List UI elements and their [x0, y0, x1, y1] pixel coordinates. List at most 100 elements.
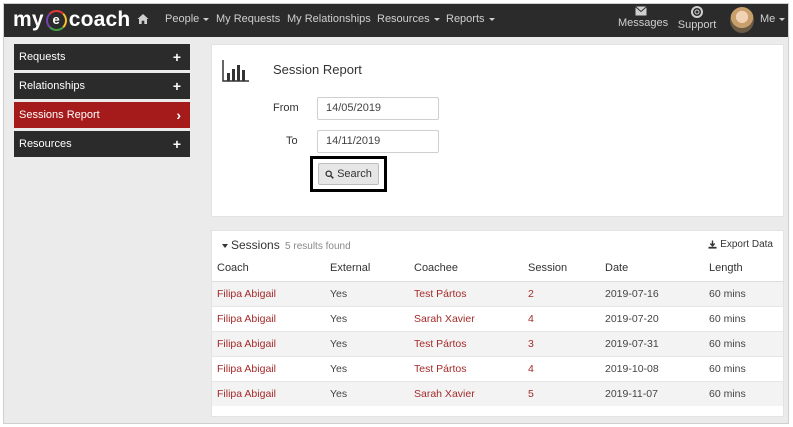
nav-support-label: Support: [677, 19, 717, 31]
search-button[interactable]: Search: [318, 163, 379, 185]
sessions-panel: Sessions 5 results found Export Data Coa…: [211, 230, 784, 417]
nav-people[interactable]: People: [165, 13, 210, 25]
nav-me[interactable]: Me: [760, 13, 786, 25]
sidebar: Requests + Relationships + Sessions Repo…: [14, 44, 190, 160]
page-title: Session Report: [273, 62, 362, 77]
length-cell: 60 mins: [704, 280, 783, 306]
nav-resources-label: Resources: [377, 13, 430, 25]
table-row: Filipa Abigail Yes Test Pártos 4 2019-10…: [212, 355, 783, 381]
search-highlight: Search: [310, 156, 387, 192]
coachee-link[interactable]: Test Pártos: [409, 355, 523, 381]
external-cell: Yes: [325, 330, 409, 356]
sidebar-item-sessions-report[interactable]: Sessions Report ›: [14, 102, 190, 128]
sidebar-item-requests[interactable]: Requests +: [14, 44, 190, 70]
date-cell: 2019-11-07: [600, 380, 704, 406]
export-data-button[interactable]: Export Data: [708, 239, 773, 250]
sidebar-item-relationships[interactable]: Relationships +: [14, 73, 190, 99]
life-ring-icon: [691, 6, 703, 18]
length-cell: 60 mins: [704, 305, 783, 331]
table-row: Filipa Abigail Yes Sarah Xavier 5 2019-1…: [212, 380, 783, 406]
external-cell: Yes: [325, 380, 409, 406]
brand-ring-letter: e: [45, 9, 67, 31]
coach-link[interactable]: Filipa Abigail: [212, 280, 325, 306]
date-cell: 2019-10-08: [600, 355, 704, 381]
col-external[interactable]: External: [325, 256, 409, 282]
to-date-input[interactable]: 14/11/2019: [317, 130, 439, 153]
chevron-down-icon: [779, 17, 786, 21]
plus-icon: +: [172, 136, 181, 152]
results-count: 5 results found: [285, 241, 351, 252]
session-link[interactable]: 2: [523, 280, 600, 306]
table-header-row: Coach External Coachee Session Date Leng…: [212, 256, 783, 282]
search-button-label: Search: [337, 168, 372, 180]
home-icon[interactable]: [137, 13, 149, 25]
sessions-title: Sessions: [231, 238, 280, 252]
sessions-toggle[interactable]: Sessions 5 results found: [222, 238, 351, 252]
session-link[interactable]: 4: [523, 355, 600, 381]
coachee-link[interactable]: Test Pártos: [409, 330, 523, 356]
envelope-icon: [635, 6, 647, 16]
app-frame: my e coach People My Requests My Relatio…: [3, 3, 789, 424]
top-navbar: my e coach People My Requests My Relatio…: [4, 4, 788, 37]
length-cell: 60 mins: [704, 330, 783, 356]
brand-prefix: my: [13, 8, 44, 31]
nav-my-relationships[interactable]: My Relationships: [287, 13, 371, 25]
sidebar-item-resources[interactable]: Resources +: [14, 131, 190, 157]
to-label: To: [286, 135, 298, 147]
nav-reports-label: Reports: [446, 13, 485, 25]
search-icon: [325, 169, 334, 179]
caret-down-icon: [222, 243, 228, 248]
table-row: Filipa Abigail Yes Test Pártos 2 2019-07…: [212, 280, 783, 306]
nav-my-relationships-label: My Relationships: [287, 13, 371, 25]
coachee-link[interactable]: Sarah Xavier: [409, 305, 523, 331]
coachee-link[interactable]: Test Pártos: [409, 280, 523, 306]
chevron-down-icon: [433, 17, 440, 21]
sidebar-item-label: Requests: [19, 51, 66, 63]
session-link[interactable]: 4: [523, 305, 600, 331]
coach-link[interactable]: Filipa Abigail: [212, 355, 325, 381]
length-cell: 60 mins: [704, 380, 783, 406]
length-cell: 60 mins: [704, 355, 783, 381]
nav-support[interactable]: Support: [675, 6, 719, 31]
nav-resources[interactable]: Resources: [377, 13, 440, 25]
sidebar-item-label: Relationships: [19, 80, 86, 92]
download-icon: [708, 240, 717, 249]
nav-messages[interactable]: Messages: [618, 6, 668, 29]
date-cell: 2019-07-16: [600, 280, 704, 306]
sessions-table: Coach External Coachee Session Date Leng…: [212, 256, 783, 406]
table-row: Filipa Abigail Yes Test Pártos 3 2019-07…: [212, 330, 783, 356]
session-link[interactable]: 5: [523, 380, 600, 406]
date-cell: 2019-07-20: [600, 305, 704, 331]
col-date[interactable]: Date: [600, 256, 704, 282]
sidebar-item-label: Resources: [19, 138, 72, 150]
sidebar-item-label: Sessions Report: [19, 109, 100, 121]
nav-people-label: People: [165, 13, 200, 25]
external-cell: Yes: [325, 280, 409, 306]
nav-my-requests-label: My Requests: [216, 13, 281, 25]
plus-icon: +: [172, 78, 181, 94]
col-session[interactable]: Session: [523, 256, 600, 282]
session-link[interactable]: 3: [523, 330, 600, 356]
brand-logo[interactable]: my e coach: [13, 6, 130, 34]
coach-link[interactable]: Filipa Abigail: [212, 380, 325, 406]
external-cell: Yes: [325, 355, 409, 381]
col-coach[interactable]: Coach: [212, 256, 325, 282]
table-row: Filipa Abigail Yes Sarah Xavier 4 2019-0…: [212, 305, 783, 331]
from-label: From: [273, 102, 299, 114]
from-date-input[interactable]: 14/05/2019: [317, 97, 439, 120]
session-report-panel: Session Report From 14/05/2019 To 14/11/…: [211, 44, 784, 217]
coach-link[interactable]: Filipa Abigail: [212, 305, 325, 331]
chevron-right-icon: ›: [176, 107, 181, 123]
coach-link[interactable]: Filipa Abigail: [212, 330, 325, 356]
chevron-down-icon: [488, 17, 495, 21]
date-cell: 2019-07-31: [600, 330, 704, 356]
nav-messages-label: Messages: [618, 17, 669, 29]
col-coachee[interactable]: Coachee: [409, 256, 523, 282]
nav-reports[interactable]: Reports: [446, 13, 495, 25]
coachee-link[interactable]: Sarah Xavier: [409, 380, 523, 406]
nav-my-requests[interactable]: My Requests: [216, 13, 280, 25]
export-data-label: Export Data: [720, 239, 773, 250]
plus-icon: +: [172, 49, 181, 65]
col-length[interactable]: Length: [704, 256, 783, 282]
avatar[interactable]: [730, 7, 754, 33]
